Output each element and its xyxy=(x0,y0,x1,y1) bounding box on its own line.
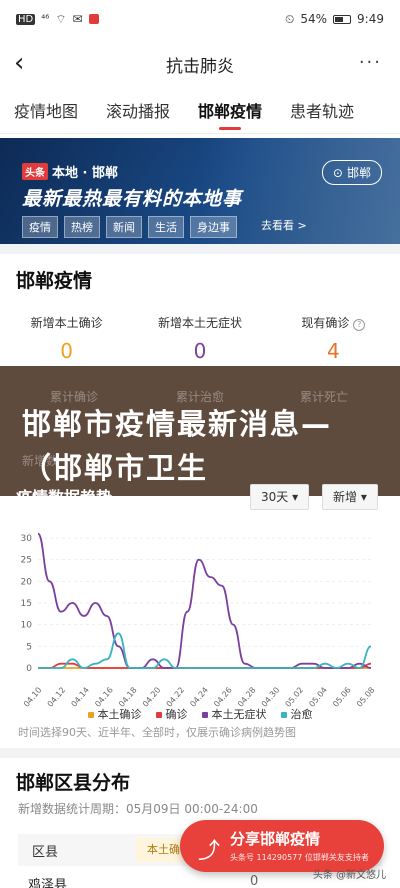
range-dropdown[interactable]: 30天 ▾ xyxy=(250,484,310,510)
location-label: 邯郸 xyxy=(346,166,371,180)
location-pin-icon: ⊙ xyxy=(332,165,343,180)
legend-label: 确诊 xyxy=(165,708,188,721)
tab-bar: 疫情地图 滚动播报 邯郸疫情 患者轨迹 xyxy=(0,90,400,134)
share-icon: ⤴ xyxy=(198,839,221,864)
divider xyxy=(0,244,400,254)
tab-handan-epidemic[interactable]: 邯郸疫情 xyxy=(184,90,276,134)
banner-tag[interactable]: 生活 xyxy=(148,216,184,238)
chart-legend: 本土确诊 确诊 本土无症状 治愈 xyxy=(0,706,400,722)
legend-label: 本土确诊 xyxy=(97,708,142,721)
y-tick-label: 5 xyxy=(26,642,32,652)
status-bar: HD ⁴⁶ ⌔ ✉ ⏲ 54% 9:49 xyxy=(0,0,400,38)
series-line xyxy=(37,532,372,669)
app-notification-icon xyxy=(88,14,99,24)
battery-percent: 54% xyxy=(300,12,328,26)
legend-label: 本土无症状 xyxy=(211,708,267,721)
toutiao-logo: 头条 xyxy=(22,163,48,180)
banner-badge-text: 本地 · 邯郸 xyxy=(52,166,118,181)
district-row-name: 鸡泽县 xyxy=(28,878,68,888)
wifi-icon: ⌔ xyxy=(55,11,67,26)
stat-new-local-confirmed: 新增本土确诊 0 xyxy=(0,314,133,363)
clock-time: 9:49 xyxy=(357,12,384,26)
stat-label: 现有确诊 ? xyxy=(267,314,400,331)
location-chip[interactable]: ⊙ 邯郸 xyxy=(321,160,382,185)
legend-label: 治愈 xyxy=(290,708,313,721)
title-bar: ‹ 抗击肺炎 ··· xyxy=(0,38,400,90)
type-dropdown[interactable]: 新增 ▾ xyxy=(322,484,378,510)
watermark: 头条 @新文悠儿 xyxy=(312,870,386,881)
district-row-value: 0 xyxy=(250,874,259,888)
y-tick-label: 10 xyxy=(21,621,33,631)
banner-tag[interactable]: 身边事 xyxy=(190,216,237,238)
section-title-district: 邯郸区县分布 xyxy=(16,772,131,794)
share-button-label: 分享邯郸疫情 xyxy=(230,830,321,848)
series-line xyxy=(38,632,372,669)
stat-new-local-asymptomatic: 新增本土无症状 0 xyxy=(133,314,266,363)
banner-tag[interactable]: 热榜 xyxy=(64,216,100,238)
y-tick-label: 0 xyxy=(26,664,32,674)
stat-label: 新增本土无症状 xyxy=(157,316,242,330)
column-header-district: 区县 xyxy=(32,844,59,860)
banner-more-link[interactable]: 去看看 > xyxy=(261,216,307,238)
section-title-trend: 疫情数据趋势 xyxy=(16,488,113,507)
trend-chart: 05101520253004.10 04.12 04.14 04.16 04.18 04.… xyxy=(21,532,377,709)
legend-item[interactable]: 本土确诊 xyxy=(87,706,142,722)
tab-epidemic-map[interactable]: 疫情地图 xyxy=(0,90,92,134)
stat-value: 4 xyxy=(326,339,340,363)
notification-icon: ✉ xyxy=(72,12,83,26)
article-title-text: 邯郸市疫情最新消息—（邯郸市卫生 xyxy=(22,407,333,485)
divider xyxy=(0,748,400,758)
legend-item[interactable]: 治愈 xyxy=(280,706,313,722)
clock-alarm-icon: ⏲ xyxy=(285,11,295,26)
battery-icon xyxy=(333,14,352,24)
stat-value: 0 xyxy=(60,339,74,363)
district-subtitle: 新增数据统计周期：05月09日 00:00-24:00 xyxy=(18,802,258,816)
tab-live-broadcast[interactable]: 滚动播报 xyxy=(92,90,184,134)
page-title: 抗击肺炎 xyxy=(166,56,234,77)
banner-tag[interactable]: 新闻 xyxy=(106,216,142,238)
y-tick-label: 15 xyxy=(21,599,32,609)
carrier-label: HD xyxy=(16,13,36,25)
stat-label: 新增本土确诊 xyxy=(30,316,103,330)
tab-patient-track[interactable]: 患者轨迹 xyxy=(276,90,368,134)
legend-item[interactable]: 确诊 xyxy=(155,706,188,722)
banner-tags: 疫情 热榜 新闻 生活 身边事 去看看 > xyxy=(22,216,307,238)
share-button-sublabel: 头条号 114290577 位邯郸关友支持者 xyxy=(230,853,369,862)
banner-badge: 头条 本地 · 邯郸 xyxy=(22,162,118,181)
y-tick-label: 20 xyxy=(21,577,33,587)
chart-note: 时间选择90天、近半年、全部时，仅展示确诊病例趋势图 xyxy=(18,726,296,739)
stats-row: 新增本土确诊 0 新增本土无症状 0 现有确诊 ? 4 xyxy=(0,314,400,363)
signal-icon: ⁴⁶ xyxy=(41,13,50,25)
stat-current-confirmed: 现有确诊 ? 4 xyxy=(267,314,400,363)
more-options-icon[interactable]: ··· xyxy=(359,52,382,73)
section-title-handan: 邯郸疫情 xyxy=(16,270,93,292)
stat-label-text: 现有确诊 xyxy=(301,316,350,330)
y-tick-label: 30 xyxy=(21,534,33,544)
local-news-banner[interactable]: 头条 本地 · 邯郸 最新最热最有料的本地事 疫情 热榜 新闻 生活 身边事 去… xyxy=(0,138,400,244)
banner-tag[interactable]: 疫情 xyxy=(22,216,58,238)
help-icon[interactable]: ? xyxy=(353,319,366,331)
stat-value: 0 xyxy=(193,339,207,363)
back-arrow-icon[interactable]: ‹ xyxy=(14,48,38,78)
y-tick-label: 25 xyxy=(21,556,32,566)
banner-headline: 最新最热最有料的本地事 xyxy=(22,188,243,210)
share-button[interactable]: ⤴ 分享邯郸疫情 头条号 114290577 位邯郸关友支持者 xyxy=(180,820,384,872)
legend-item[interactable]: 本土无症状 xyxy=(201,706,267,722)
